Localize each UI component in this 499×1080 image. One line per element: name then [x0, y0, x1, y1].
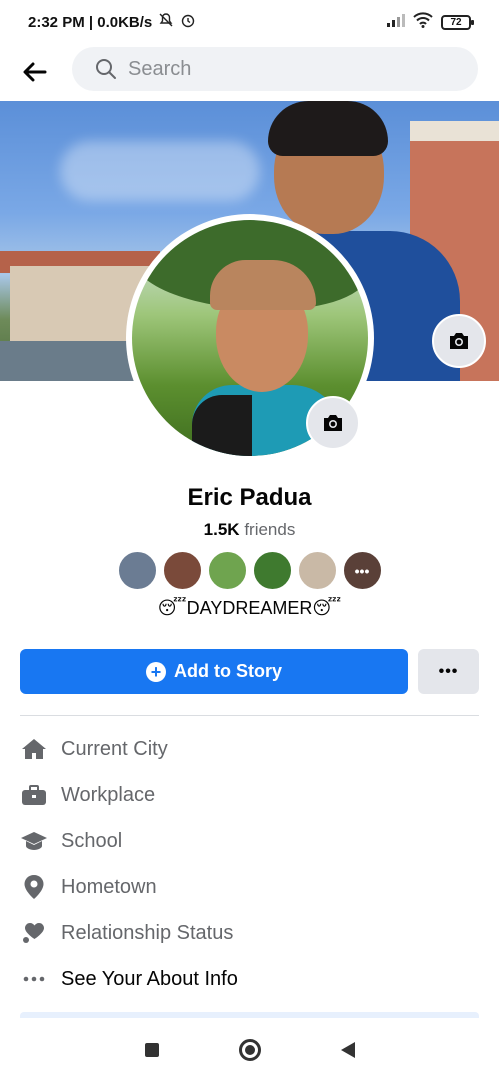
friend-avatar[interactable] — [251, 550, 293, 591]
search-icon — [96, 59, 116, 79]
detail-label: Relationship Status — [61, 921, 234, 944]
detail-label: Workplace — [61, 783, 156, 806]
detail-hometown[interactable]: Hometown — [0, 864, 499, 910]
camera-icon — [324, 415, 342, 431]
cover-cloud — [60, 141, 260, 201]
detail-workplace[interactable]: Workplace — [0, 772, 499, 818]
home-button[interactable] — [238, 1039, 261, 1061]
camera-icon — [450, 333, 468, 349]
battery-icon: 72 — [441, 14, 474, 30]
home-icon — [20, 735, 48, 763]
friend-avatars: ••• — [0, 550, 499, 591]
status-left: 2:32 PM | 0.0KB/s — [28, 12, 196, 32]
add-to-story-button[interactable]: + Add to Story — [20, 649, 408, 694]
detail-label: Current City — [61, 737, 168, 760]
recents-button[interactable] — [144, 1043, 159, 1057]
more-horizontal-icon — [20, 965, 48, 993]
top-nav — [0, 44, 499, 100]
briefcase-icon — [20, 781, 48, 809]
friends-count[interactable]: 1.5K friends — [0, 520, 499, 540]
next-section-edge — [20, 1012, 479, 1018]
profile-bio: 😴DAYDREAMER😴 — [157, 598, 342, 618]
detail-label: Hometown — [61, 875, 157, 898]
graduation-cap-icon — [20, 827, 48, 855]
avatar-shirt-dark — [192, 395, 252, 456]
add-to-story-label: Add to Story — [174, 661, 282, 681]
profile-name: Eric Padua — [187, 484, 312, 511]
wifi-icon — [413, 12, 433, 32]
back-arrow-icon — [23, 62, 47, 82]
back-button[interactable] — [17, 54, 53, 90]
detail-school[interactable]: School — [0, 818, 499, 864]
friend-avatar[interactable] — [206, 550, 248, 591]
search-input[interactable] — [128, 57, 428, 81]
more-options-button[interactable]: ••• — [418, 649, 479, 694]
status-bar: 2:32 PM | 0.0KB/s 72 — [0, 0, 499, 44]
battery-level: 72 — [450, 16, 462, 28]
signal-icon — [387, 13, 405, 31]
detail-label: School — [61, 829, 123, 852]
heart-icon — [20, 919, 48, 947]
edit-cover-button[interactable] — [432, 314, 486, 368]
location-pin-icon — [20, 873, 48, 901]
system-nav-bar — [0, 1020, 499, 1080]
more-friends-avatar[interactable]: ••• — [341, 550, 383, 591]
see-about-info[interactable]: See Your About Info — [0, 956, 499, 1002]
cover-person-hair — [268, 101, 388, 156]
divider — [20, 715, 479, 716]
status-right: 72 — [387, 12, 474, 32]
alarm-icon — [180, 12, 196, 32]
detail-label: See Your About Info — [61, 967, 238, 990]
friend-avatar[interactable] — [116, 550, 158, 591]
detail-relationship-status[interactable]: Relationship Status — [0, 910, 499, 956]
system-back-button[interactable] — [340, 1042, 355, 1058]
friend-avatar[interactable] — [296, 550, 338, 591]
search-bar[interactable] — [72, 47, 478, 91]
friends-number: 1.5K — [203, 520, 240, 539]
friends-label: friends — [244, 520, 296, 539]
profile-details-list: Current City Workplace School Hometown R… — [0, 726, 499, 1002]
detail-current-city[interactable]: Current City — [0, 726, 499, 772]
status-time: 2:32 PM | 0.0KB/s — [28, 13, 153, 31]
edit-profile-picture-button[interactable] — [306, 396, 360, 450]
mute-icon — [158, 12, 174, 32]
friend-avatar[interactable] — [161, 550, 203, 591]
plus-circle-icon: + — [146, 661, 166, 682]
more-dots-icon: ••• — [438, 662, 459, 680]
